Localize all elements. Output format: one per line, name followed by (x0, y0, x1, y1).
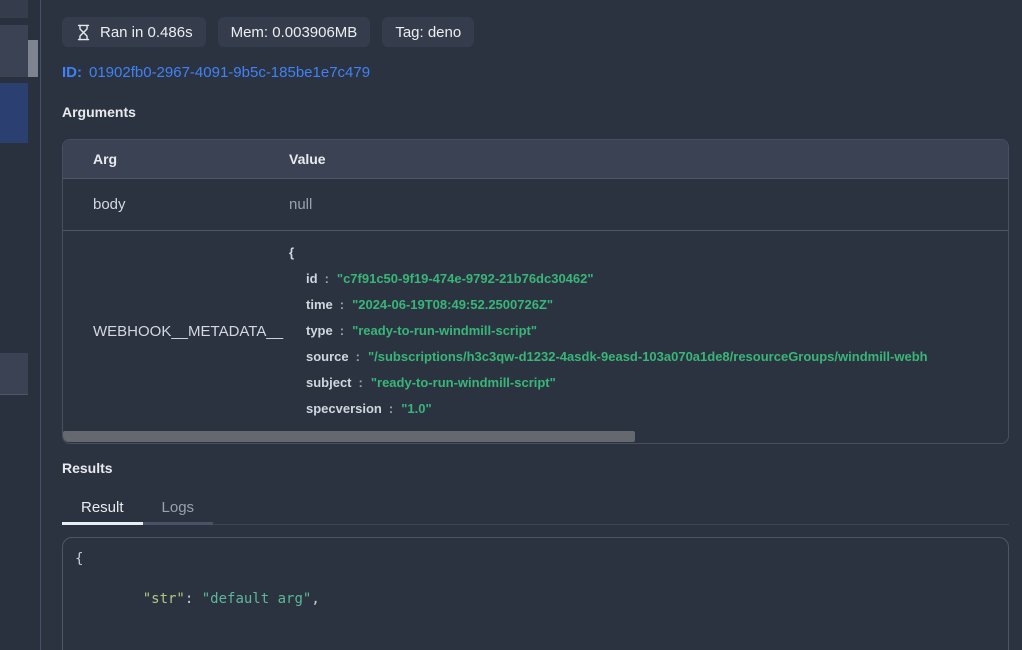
tab-logs[interactable]: Logs (143, 495, 214, 525)
results-heading: Results (62, 460, 113, 476)
json-colon: : (340, 297, 344, 312)
json-key: id (306, 271, 318, 286)
column-header-arg: Arg (63, 140, 289, 178)
json-entry: time: "2024-06-19T08:49:52.2500726Z" (289, 292, 1008, 318)
code-comma: , (311, 591, 319, 607)
column-header-value: Value (289, 140, 1008, 178)
json-entry: type: "ready-to-run-windmill-script" (289, 318, 1008, 344)
run-stats-row: Ran in 0.486s Mem: 0.003906MB Tag: deno (62, 17, 474, 47)
hourglass-icon (75, 24, 92, 41)
arguments-table: Arg Value body null WEBHOOK__METADATA__ … (62, 139, 1009, 444)
duration-badge: Ran in 0.486s (62, 17, 206, 47)
run-id-label: ID: (62, 64, 82, 81)
json-string-value: "ready-to-run-windmill-script" (352, 323, 537, 338)
arg-name: WEBHOOK__METADATA__ (63, 231, 289, 431)
json-key: time (306, 297, 333, 312)
arg-name: body (63, 196, 289, 213)
code-line: "str": "default arg", (75, 569, 996, 629)
results-tab-bar: Result Logs (62, 495, 1009, 525)
json-entry: source: "/subscriptions/h3c3qw-d1232-4asd… (289, 344, 1008, 370)
json-key: subject (306, 375, 352, 390)
json-key: specversion (306, 401, 382, 416)
json-entry: specversion: "1.0" (289, 396, 1008, 422)
sidebar-block-selected[interactable] (0, 83, 28, 143)
sidebar-block-lower (0, 353, 28, 395)
arguments-table-header: Arg Value (63, 140, 1008, 179)
json-colon: : (359, 375, 363, 390)
json-colon: : (325, 271, 329, 286)
table-row: body null (63, 179, 1008, 231)
code-line: "union": "Hello World" (75, 629, 996, 650)
vertical-scrollbar-thumb[interactable] (28, 40, 38, 77)
code-open-brace: { (75, 549, 996, 569)
json-entry: id: "c7f91c50-9f19-474e-9792-21b76dc30462… (289, 266, 1008, 292)
code-separator: : (185, 591, 202, 607)
run-id-line: ID: 01902fb0-2967-4091-9b5c-185be1e7c479 (62, 64, 370, 81)
json-string-value: "1.0" (401, 401, 431, 416)
json-string-value: "/subscriptions/h3c3qw-d1232-4asdk-9easd… (368, 349, 928, 364)
json-colon: : (356, 349, 360, 364)
json-colon: : (340, 323, 344, 338)
json-key: type (306, 323, 333, 338)
json-open-brace: { (289, 240, 1008, 266)
json-key: source (306, 349, 349, 364)
json-entry: subject: "ready-to-run-windmill-script" (289, 370, 1008, 396)
horizontal-scrollbar[interactable] (63, 431, 1008, 443)
tag-badge: Tag: deno (382, 17, 474, 47)
arguments-heading: Arguments (62, 104, 136, 120)
left-sidebar (0, 0, 41, 650)
table-row: WEBHOOK__METADATA__ { id: "c7f91c50-9f19-… (63, 231, 1008, 431)
code-string: "default arg" (202, 591, 312, 607)
horizontal-scrollbar-thumb[interactable] (63, 431, 635, 442)
tab-result[interactable]: Result (62, 495, 143, 525)
code-key: "str" (143, 591, 185, 607)
duration-badge-label: Ran in 0.486s (100, 24, 193, 41)
sidebar-block-upper (0, 25, 28, 77)
json-string-value: "2024-06-19T08:49:52.2500726Z" (352, 297, 553, 312)
json-colon: : (389, 401, 393, 416)
memory-badge-label: Mem: 0.003906MB (231, 24, 358, 41)
arg-value-json: { id: "c7f91c50-9f19-474e-9792-21b76dc304… (289, 231, 1008, 431)
arg-value: null (289, 196, 1008, 213)
result-json-viewer: { "str": "default arg", "union": "Hello … (62, 537, 1009, 650)
json-string-value: "c7f91c50-9f19-474e-9792-21b76dc30462" (337, 271, 594, 286)
run-id-value: 01902fb0-2967-4091-9b5c-185be1e7c479 (89, 64, 370, 81)
tag-badge-label: Tag: deno (395, 24, 461, 41)
sidebar-block-top (0, 0, 28, 18)
json-string-value: "ready-to-run-windmill-script" (371, 375, 556, 390)
memory-badge: Mem: 0.003906MB (218, 17, 371, 47)
